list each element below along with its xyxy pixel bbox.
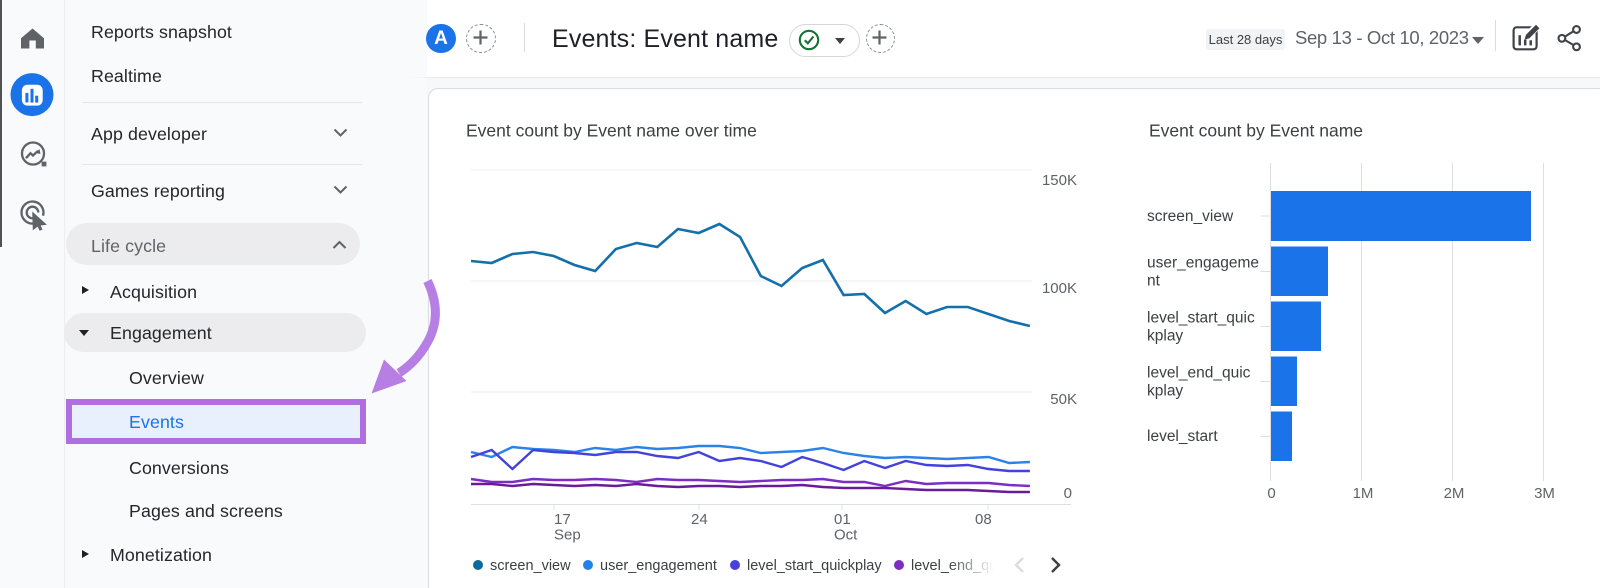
svg-text:level_start_quic: level_start_quic [1147,310,1255,327]
svg-text:level_start_quickplay: level_start_quickplay [747,558,882,574]
svg-text:Event count by Event name: Event count by Event name [1149,121,1363,141]
svg-text:50K: 50K [1050,391,1077,408]
svg-text:level_end_quic: level_end_quic [1147,365,1251,382]
svg-text:Sep: Sep [554,527,581,544]
svg-text:01: 01 [834,511,851,528]
svg-text:nt: nt [1147,273,1161,290]
svg-text:08: 08 [975,511,992,528]
svg-text:17: 17 [554,511,571,528]
svg-text:1M: 1M [1353,485,1374,502]
svg-text:24: 24 [691,511,708,528]
svg-text:0: 0 [1267,485,1275,502]
svg-text:0: 0 [1064,485,1072,502]
svg-text:user_engagement: user_engagement [600,558,717,574]
svg-text:100K: 100K [1042,280,1077,297]
svg-text:level_start: level_start [1147,428,1218,445]
svg-text:Event count by Event name over: Event count by Event name over time [466,121,757,141]
svg-text:Oct: Oct [834,527,858,544]
svg-text:user_engageme: user_engageme [1147,255,1259,272]
svg-text:kplay: kplay [1147,383,1183,400]
svg-text:kplay: kplay [1147,328,1183,345]
svg-text:screen_view: screen_view [1147,208,1234,225]
svg-text:150K: 150K [1042,172,1077,189]
svg-text:screen_view: screen_view [490,558,571,574]
svg-text:2M: 2M [1444,485,1465,502]
svg-text:3M: 3M [1534,485,1555,502]
